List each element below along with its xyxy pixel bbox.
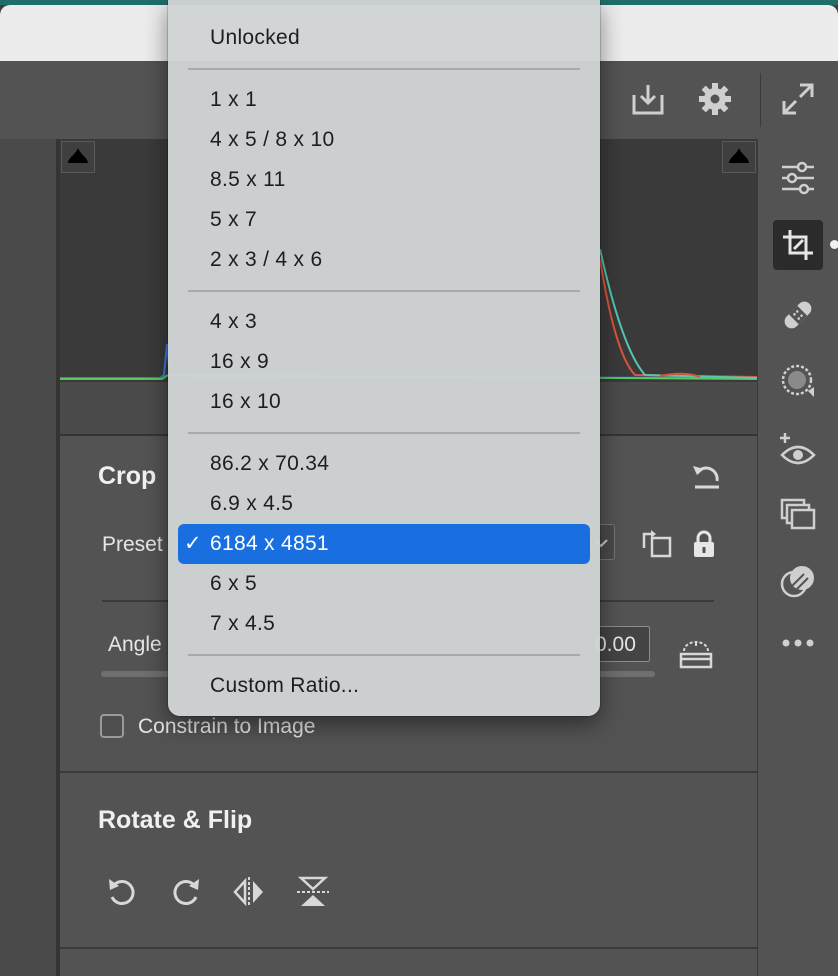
menu-item-label: 2 x 3 / 4 x 6 xyxy=(210,248,323,271)
menu-item-7x4.5[interactable]: 7 x 4.5 xyxy=(178,604,590,644)
menu-item-5x7[interactable]: 5 x 7 xyxy=(178,200,590,240)
menu-separator xyxy=(188,654,580,656)
lock-aspect-ratio-icon[interactable] xyxy=(688,526,720,562)
highlight-clipping-indicator[interactable] xyxy=(722,141,756,173)
flip-horizontal-icon[interactable] xyxy=(229,872,269,912)
menu-item-custom-ratio[interactable]: Custom Ratio... xyxy=(178,666,590,706)
active-tool-indicator xyxy=(830,240,838,249)
menu-item-6184x4851[interactable]: ✓ 6184 x 4851 xyxy=(178,524,590,564)
rotate-crop-orientation-icon[interactable] xyxy=(638,526,676,562)
rotate-left-icon[interactable] xyxy=(102,872,142,912)
flip-vertical-icon[interactable] xyxy=(293,872,333,912)
section-separator xyxy=(60,771,757,773)
menu-item-label: 86.2 x 70.34 xyxy=(210,452,330,475)
menu-item-16x9[interactable]: 16 x 9 xyxy=(178,342,590,382)
crop-section-title: Crop xyxy=(98,462,157,490)
gear-icon[interactable] xyxy=(695,79,735,119)
menu-item-unlocked[interactable]: Unlocked xyxy=(178,18,590,58)
reset-crop-icon[interactable] xyxy=(686,458,726,494)
menu-item-label: 6.9 x 4.5 xyxy=(210,492,294,515)
crop-tool-icon[interactable] xyxy=(773,220,823,270)
menu-item-2x3-4x6[interactable]: 2 x 3 / 4 x 6 xyxy=(178,240,590,280)
menu-item-16x10[interactable]: 16 x 10 xyxy=(178,382,590,422)
menu-item-6.9x4.5[interactable]: 6.9 x 4.5 xyxy=(178,484,590,524)
menu-item-6x5[interactable]: 6 x 5 xyxy=(178,564,590,604)
snapshots-icon[interactable] xyxy=(773,557,823,607)
menu-item-86.2x70.34[interactable]: 86.2 x 70.34 xyxy=(178,444,590,484)
left-gutter xyxy=(0,139,56,976)
constrain-to-image-checkbox[interactable] xyxy=(100,714,124,738)
menu-item-1x1[interactable]: 1 x 1 xyxy=(178,80,590,120)
angle-label: Angle xyxy=(108,633,162,656)
presets-stack-icon[interactable] xyxy=(773,490,823,540)
menu-separator xyxy=(188,68,580,70)
save-download-icon[interactable] xyxy=(628,79,668,119)
menu-item-4x3[interactable]: 4 x 3 xyxy=(178,302,590,342)
section-separator-bottom xyxy=(60,947,757,949)
menu-item-label: 5 x 7 xyxy=(210,208,258,231)
rotate-right-icon[interactable] xyxy=(166,872,206,912)
menu-item-label: 6184 x 4851 xyxy=(210,532,329,555)
edit-sliders-icon[interactable] xyxy=(773,153,823,203)
red-eye-icon[interactable] xyxy=(773,424,823,474)
more-options-icon[interactable] xyxy=(773,618,823,668)
menu-item-label: 4 x 3 xyxy=(210,310,258,333)
menu-item-label: 16 x 9 xyxy=(210,350,270,373)
menu-item-8.5x11[interactable]: 8.5 x 11 xyxy=(178,160,590,200)
constrain-to-image-label: Constrain to Image xyxy=(138,715,316,738)
menu-separator xyxy=(188,432,580,434)
aspect-ratio-dropdown-menu: Unlocked 1 x 1 4 x 5 / 8 x 10 8.5 x 11 5… xyxy=(168,0,600,716)
menu-item-label: 1 x 1 xyxy=(210,88,258,111)
menu-item-label: 7 x 4.5 xyxy=(210,612,276,635)
shadow-clipping-indicator[interactable] xyxy=(61,141,95,173)
preset-label: Preset xyxy=(102,533,163,556)
menu-item-label: 4 x 5 / 8 x 10 xyxy=(210,128,335,151)
masking-icon[interactable] xyxy=(773,356,823,406)
menu-item-label: Custom Ratio... xyxy=(210,674,360,697)
toolbar-divider xyxy=(760,73,761,127)
fullscreen-expand-icon[interactable] xyxy=(778,79,818,119)
straighten-tool-icon[interactable] xyxy=(674,636,718,672)
healing-bandage-icon[interactable] xyxy=(773,290,823,340)
menu-separator xyxy=(188,290,580,292)
menu-item-label: 16 x 10 xyxy=(210,390,281,413)
menu-item-label: 8.5 x 11 xyxy=(210,168,286,191)
menu-item-label: 6 x 5 xyxy=(210,572,258,595)
rotate-flip-section-title: Rotate & Flip xyxy=(98,806,253,834)
checkmark-icon: ✓ xyxy=(184,532,202,555)
menu-item-label: Unlocked xyxy=(210,26,300,49)
menu-item-4x5-8x10[interactable]: 4 x 5 / 8 x 10 xyxy=(178,120,590,160)
